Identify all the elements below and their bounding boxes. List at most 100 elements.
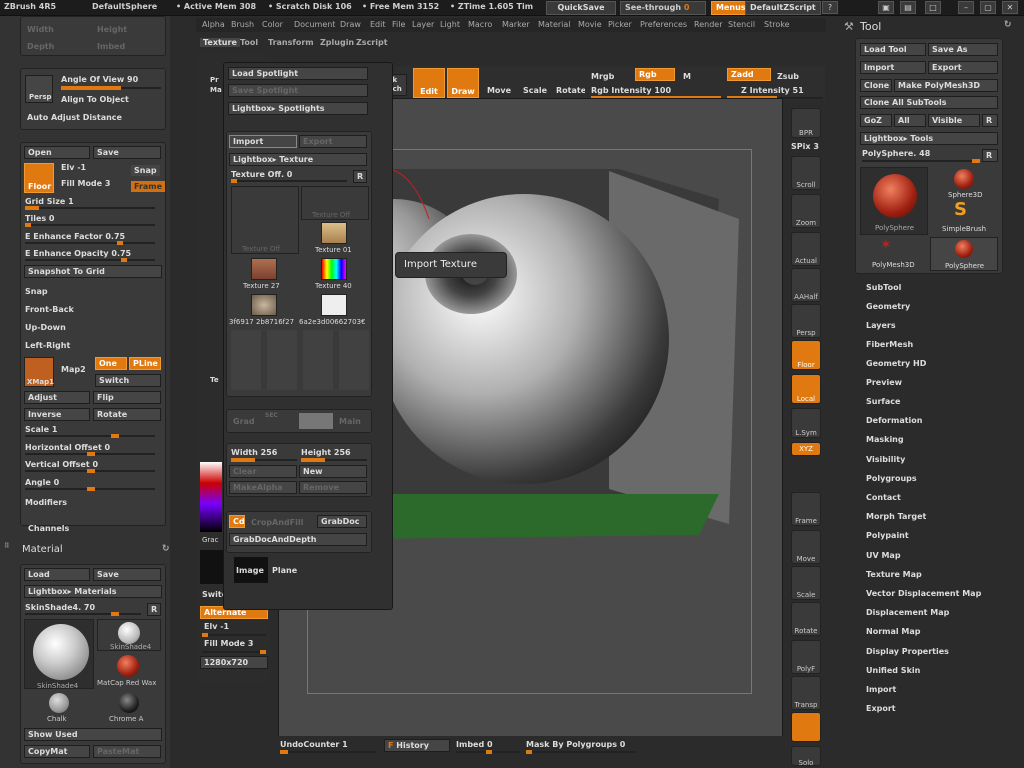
front-back-option[interactable]: Front-Back — [25, 305, 74, 314]
rgb-button[interactable]: Rgb — [635, 68, 675, 81]
channels-label[interactable]: Channels — [28, 524, 69, 533]
scale-view-button[interactable]: Scale — [791, 566, 821, 600]
pline-button[interactable]: PLine — [129, 357, 161, 370]
menu-file[interactable]: File — [392, 20, 405, 29]
display-properties-item[interactable]: Display Properties — [866, 647, 949, 656]
save-spotlight-button[interactable]: Save Spotlight — [228, 84, 368, 97]
snapshot-to-grid-button[interactable]: Snapshot To Grid — [24, 265, 162, 278]
one-button[interactable]: One — [95, 357, 127, 370]
texture-off-track[interactable] — [231, 179, 347, 183]
plane-label[interactable]: Plane — [272, 566, 297, 575]
elv-track-2[interactable] — [202, 633, 266, 637]
remove-button[interactable]: Remove — [299, 481, 367, 494]
rotate-button[interactable]: Rotate — [553, 68, 585, 98]
persp-view-button[interactable]: Persp — [791, 304, 821, 338]
menu-movie[interactable]: Movie — [578, 20, 602, 29]
mrgb-button[interactable]: Mrgb — [591, 72, 614, 81]
save-button[interactable]: Save — [93, 146, 161, 159]
texture-height-track[interactable] — [301, 458, 367, 462]
local-button[interactable]: Local — [791, 374, 821, 404]
horizontal-offset-slider[interactable]: Horizontal Offset 0 — [25, 443, 110, 452]
submenu-texture[interactable]: Texture — [200, 38, 240, 47]
simplebrush-icon[interactable]: S — [954, 199, 967, 220]
tiles-slider[interactable]: Tiles 0 — [25, 214, 54, 223]
submenu-zscript[interactable]: Zscript — [356, 38, 388, 47]
menu-light[interactable]: Light — [440, 20, 460, 29]
menu-stroke[interactable]: Stroke — [764, 20, 790, 29]
skinshade-track[interactable] — [25, 612, 141, 616]
export-item[interactable]: Export — [866, 704, 896, 713]
scale-slider[interactable]: Scale 1 — [25, 425, 57, 434]
imbed-track[interactable] — [456, 750, 520, 754]
visible-button[interactable]: Visible — [928, 114, 980, 127]
texture-sketch-thumb[interactable] — [321, 294, 347, 316]
menu-brush[interactable]: Brush — [231, 20, 254, 29]
zoom-button[interactable]: Zoom — [791, 194, 821, 228]
flip-button[interactable]: Flip — [93, 391, 161, 404]
help-icon[interactable]: ? — [822, 1, 838, 14]
undo-counter-slider[interactable]: UndoCounter 1 — [280, 740, 348, 749]
grid-size-track[interactable] — [25, 206, 155, 210]
material-load-button[interactable]: Load — [24, 568, 90, 581]
texture-width-slider[interactable]: Width 256 — [231, 448, 277, 457]
inverse-button[interactable]: Inverse — [24, 408, 90, 421]
tool-export-button[interactable]: Export — [928, 61, 998, 74]
undo-counter-track[interactable] — [280, 750, 376, 754]
angle-slider[interactable]: Angle 0 — [25, 478, 59, 487]
ghost-button[interactable] — [791, 712, 821, 742]
adjust-button[interactable]: Adjust — [24, 391, 90, 404]
elv-slider[interactable]: Elv -1 — [61, 163, 86, 172]
restore-icon[interactable]: ▣ — [878, 1, 894, 14]
z-intensity-slider[interactable]: Z Intensity 51 — [741, 86, 804, 95]
menu-layer[interactable]: Layer — [412, 20, 434, 29]
enhance-factor-slider[interactable]: E Enhance Factor 0.75 — [25, 232, 125, 241]
menu-preferences[interactable]: Preferences — [640, 20, 687, 29]
menu-marker[interactable]: Marker — [502, 20, 530, 29]
xyz-button[interactable]: XYZ — [791, 442, 821, 456]
menu-color[interactable]: Color — [262, 20, 283, 29]
layout-icon[interactable]: ▤ — [900, 1, 916, 14]
clone-button[interactable]: Clone — [860, 79, 892, 92]
export-texture-button[interactable]: Export — [299, 135, 367, 148]
m-button[interactable]: M — [683, 72, 691, 81]
history-button[interactable]: F History — [384, 739, 450, 752]
close-icon[interactable]: ✕ — [1002, 1, 1018, 14]
polysphere-track[interactable] — [862, 159, 980, 163]
skinshade-preview-large[interactable]: SkinShade4 — [24, 619, 94, 690]
tool-refresh-icon[interactable]: ↻ — [1004, 20, 1012, 30]
vector-displacement-map-item[interactable]: Vector Displacement Map — [866, 589, 981, 598]
horizontal-offset-track[interactable] — [25, 452, 155, 456]
goz-button[interactable]: GoZ — [860, 114, 892, 127]
angle-track[interactable] — [25, 487, 155, 491]
menu-macro[interactable]: Macro — [468, 20, 492, 29]
unified-skin-item[interactable]: Unified Skin — [866, 666, 920, 675]
new-texture-button[interactable]: New — [299, 465, 367, 478]
makealpha-button[interactable]: MakeAlpha — [229, 481, 297, 494]
clear-button[interactable]: Clear — [229, 465, 297, 478]
import-item[interactable]: Import — [866, 685, 896, 694]
switch-button[interactable]: Switch — [95, 374, 161, 387]
solo-button[interactable]: Solo — [791, 746, 821, 767]
sphere3d-thumb[interactable] — [954, 169, 974, 189]
scroll-button[interactable]: Scroll — [791, 156, 821, 190]
deformation-item[interactable]: Deformation — [866, 416, 922, 425]
lightbox-texture-button[interactable]: Lightbox▸ Texture — [229, 153, 367, 166]
menu-draw[interactable]: Draw — [340, 20, 361, 29]
menu-document[interactable]: Document — [294, 20, 335, 29]
xmap-thumbnail[interactable]: XMap1 — [24, 357, 54, 387]
lsym-button[interactable]: L.Sym — [791, 408, 821, 438]
clone-all-subtools-button[interactable]: Clone All SubTools — [860, 96, 998, 109]
quicksave-button[interactable]: QuickSave — [546, 1, 616, 15]
zadd-button[interactable]: Zadd — [727, 68, 771, 81]
pastemat-button[interactable]: PasteMat — [93, 745, 161, 758]
edit-button[interactable]: Edit — [413, 68, 445, 98]
layers-item[interactable]: Layers — [866, 321, 896, 330]
up-down-option[interactable]: Up-Down — [25, 323, 66, 332]
polypaint-item[interactable]: Polypaint — [866, 531, 909, 540]
material-r-button[interactable]: R — [147, 603, 161, 616]
crop-and-fill-button[interactable]: CropAndFill — [251, 518, 303, 527]
texture-off-thumb[interactable]: Texture Off — [301, 186, 369, 220]
submenu-transform[interactable]: Transform — [268, 38, 314, 47]
mask-by-polygroups-slider[interactable]: Mask By Polygroups 0 — [526, 740, 625, 749]
modifiers-label[interactable]: Modifiers — [25, 498, 67, 507]
